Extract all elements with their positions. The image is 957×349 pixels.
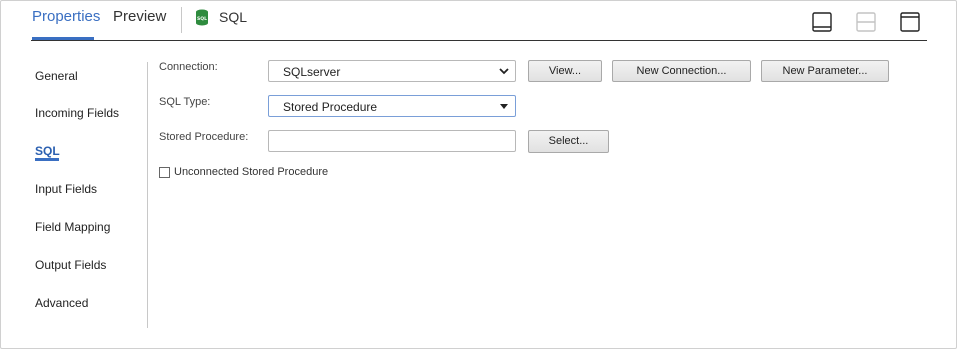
select-procedure-button[interactable]: Select... [528,130,609,153]
object-title: SQL [219,9,248,25]
new-parameter-button[interactable]: New Parameter... [761,60,889,82]
connection-value: SQLserver [283,65,341,79]
view-connection-button[interactable]: View... [528,60,602,82]
tab-preview[interactable]: Preview [113,8,166,26]
header-rule [31,40,927,41]
stored-procedure-label: Stored Procedure: [159,131,249,143]
nav-item-general[interactable]: General [35,69,78,83]
nav-item-incoming-fields[interactable]: Incoming Fields [35,106,119,120]
nav-divider [147,62,148,328]
nav-item-field-mapping[interactable]: Field Mapping [35,220,110,234]
caret-down-icon [500,104,508,109]
unconnected-checkbox-label[interactable]: Unconnected Stored Procedure [174,166,328,179]
tab-properties[interactable]: Properties [32,8,100,26]
sql-type-label: SQL Type: [159,96,211,108]
chevron-down-icon [499,68,509,75]
panel-top-icon[interactable] [900,12,920,32]
panel-bottom-icon[interactable] [812,12,832,32]
sql-type-select[interactable]: Stored Procedure [268,95,516,117]
nav-item-advanced[interactable]: Advanced [35,296,88,310]
header-divider [181,7,182,33]
panel-header: Properties Preview SQL SQL [1,1,956,41]
unconnected-checkbox[interactable] [159,167,170,178]
nav-item-output-fields[interactable]: Output Fields [35,258,106,272]
sql-database-icon: SQL [196,9,208,26]
new-connection-button[interactable]: New Connection... [612,60,751,82]
nav-active-indicator [35,158,59,161]
panel-split-icon[interactable] [856,12,876,32]
nav-item-input-fields[interactable]: Input Fields [35,182,97,196]
properties-panel: Properties Preview SQL SQL General Incom… [0,0,957,349]
svg-text:SQL: SQL [197,16,207,22]
stored-procedure-input[interactable] [268,130,516,152]
sql-type-value: Stored Procedure [283,100,378,114]
nav-item-sql[interactable]: SQL [35,144,60,158]
connection-label: Connection: [159,61,218,73]
connection-select[interactable]: SQLserver [268,60,516,82]
